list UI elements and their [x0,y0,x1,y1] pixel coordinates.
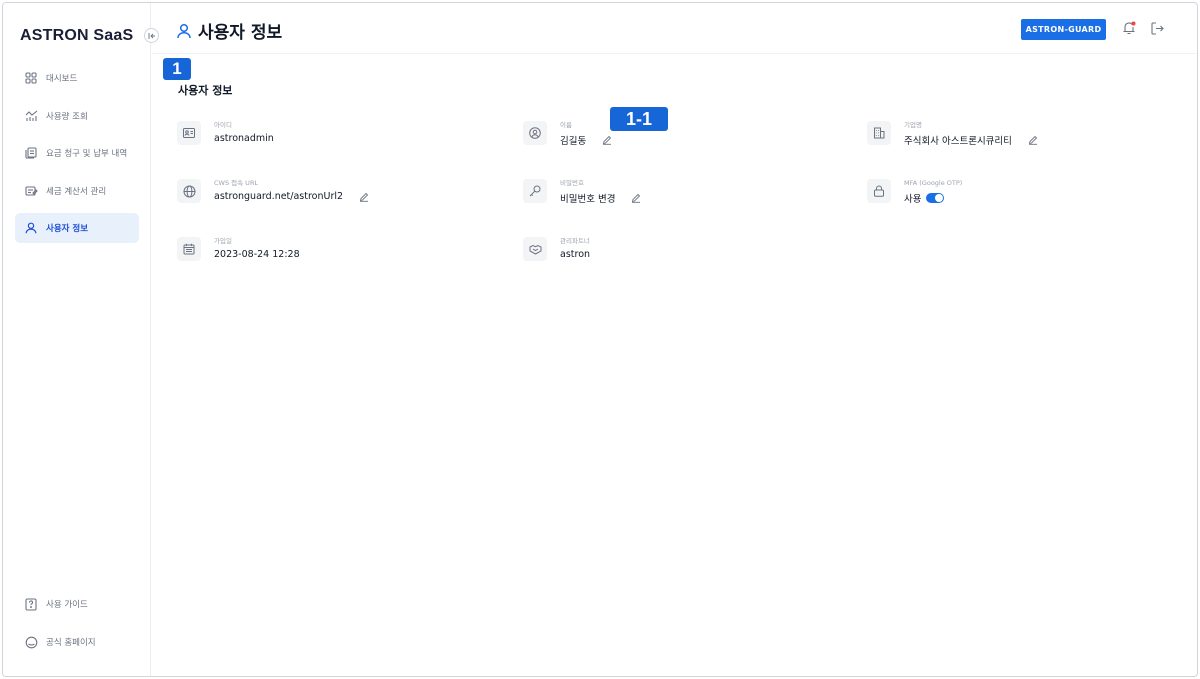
sidebar-item-label: 세금 계산서 관리 [46,186,107,197]
field-partner: 관리파트너 astron [523,237,590,261]
field-name: 이름 김길동 [523,121,612,147]
top-header: 사용자 정보 ASTRON-GUARD [152,3,1197,54]
user-circle-icon [523,121,547,145]
sidebar-item-label: 사용 가이드 [46,600,88,610]
brand-logo[interactable]: ASTRON SaaS [20,27,133,45]
field-id: 아이디 astronadmin [177,121,274,145]
sidebar-item-label: 요금 청구 및 납부 내역 [46,149,128,159]
field-label: 기업명 [904,121,922,129]
sidebar-item-homepage[interactable]: 공식 홈페이지 [15,627,139,657]
app-window: ASTRON SaaS 대시보드 사용량 조회 요금 청구 및 납부 내역 세금… [2,2,1198,677]
invoice-icon [24,184,38,198]
edit-password-button[interactable] [631,193,641,203]
sidebar-nav: 대시보드 사용량 조회 요금 청구 및 납부 내역 세금 계산서 관리 사용자 … [15,63,139,251]
building-icon [867,121,891,145]
sidebar-item-usage[interactable]: 사용량 조회 [15,101,139,131]
field-label: 이름 [560,121,572,129]
lock-icon [867,179,891,203]
field-label: CWS 접속 URL [214,179,259,187]
sidebar-item-billing[interactable]: 요금 청구 및 납부 내역 [15,138,139,168]
id-card-icon [177,121,201,145]
collapse-left-icon [148,32,156,40]
handshake-icon [523,237,547,261]
section-title: 사용자 정보 [178,84,233,97]
field-value: astronadmin [214,133,274,144]
annotation-badge-1-1: 1-1 [610,107,668,131]
bell-icon [1121,20,1137,36]
page-title-text: 사용자 정보 [198,23,283,43]
grid-icon [24,71,38,85]
sidebar: ASTRON SaaS 대시보드 사용량 조회 요금 청구 및 납부 내역 세금… [3,3,151,676]
sidebar-item-guide[interactable]: 사용 가이드 [15,589,139,619]
sidebar-item-label: 사용량 조회 [46,111,88,122]
edit-company-button[interactable] [1028,135,1038,145]
field-value: astronguard.net/astronUrl2 [214,191,344,202]
field-label: 가입일 [214,237,232,245]
page-title: 사용자 정보 [176,18,282,43]
field-value: 사용 [904,194,922,205]
field-value: 주식회사 아스트론시큐리티 [904,136,1012,147]
home-icon [24,635,38,649]
calendar-icon [177,237,201,261]
field-value: astron [560,249,591,260]
notification-button[interactable] [1121,20,1137,36]
edit-name-button[interactable] [602,135,612,145]
field-label: 비밀번호 [560,179,584,187]
field-cws-url: CWS 접속 URL astronguard.net/astronUrl2 [177,179,369,203]
sidebar-bottom-nav: 사용 가이드 공식 홈페이지 [15,589,139,665]
field-company: 기업명 주식회사 아스트론시큐리티 [867,121,1038,147]
key-icon [523,179,547,203]
change-password-link[interactable]: 비밀번호 변경 [560,191,615,205]
user-icon [24,221,38,235]
sidebar-collapse-button[interactable] [144,28,159,43]
field-password: 비밀번호 비밀번호 변경 [523,179,641,205]
field-value: 2023-08-24 12:28 [214,249,300,260]
edit-cws-url-button[interactable] [359,192,369,202]
sidebar-item-dashboard[interactable]: 대시보드 [15,63,139,93]
chart-icon [24,109,38,123]
user-icon [176,23,192,39]
field-label: 아이디 [214,121,232,129]
logout-button[interactable] [1150,21,1165,36]
guide-icon [24,597,38,611]
sidebar-item-tax-invoice[interactable]: 세금 계산서 관리 [15,176,139,206]
sidebar-item-label: 사용자 정보 [46,224,89,234]
logout-icon [1150,21,1165,36]
field-value: 김길동 [560,136,587,147]
field-label: MFA (Google OTP) [904,179,963,187]
field-mfa: MFA (Google OTP) 사용 [867,179,962,205]
org-button[interactable]: ASTRON-GUARD [1021,19,1106,40]
annotation-badge-1: 1 [163,58,191,80]
field-joined: 가입일 2023-08-24 12:28 [177,237,300,261]
sidebar-item-label: 대시보드 [46,74,78,84]
mfa-toggle[interactable] [926,193,945,203]
field-label: 관리파트너 [560,237,590,245]
receipt-icon [24,146,38,160]
sidebar-item-label: 공식 홈페이지 [46,638,96,648]
sidebar-item-user-info[interactable]: 사용자 정보 [15,213,139,243]
globe-icon [177,179,201,203]
